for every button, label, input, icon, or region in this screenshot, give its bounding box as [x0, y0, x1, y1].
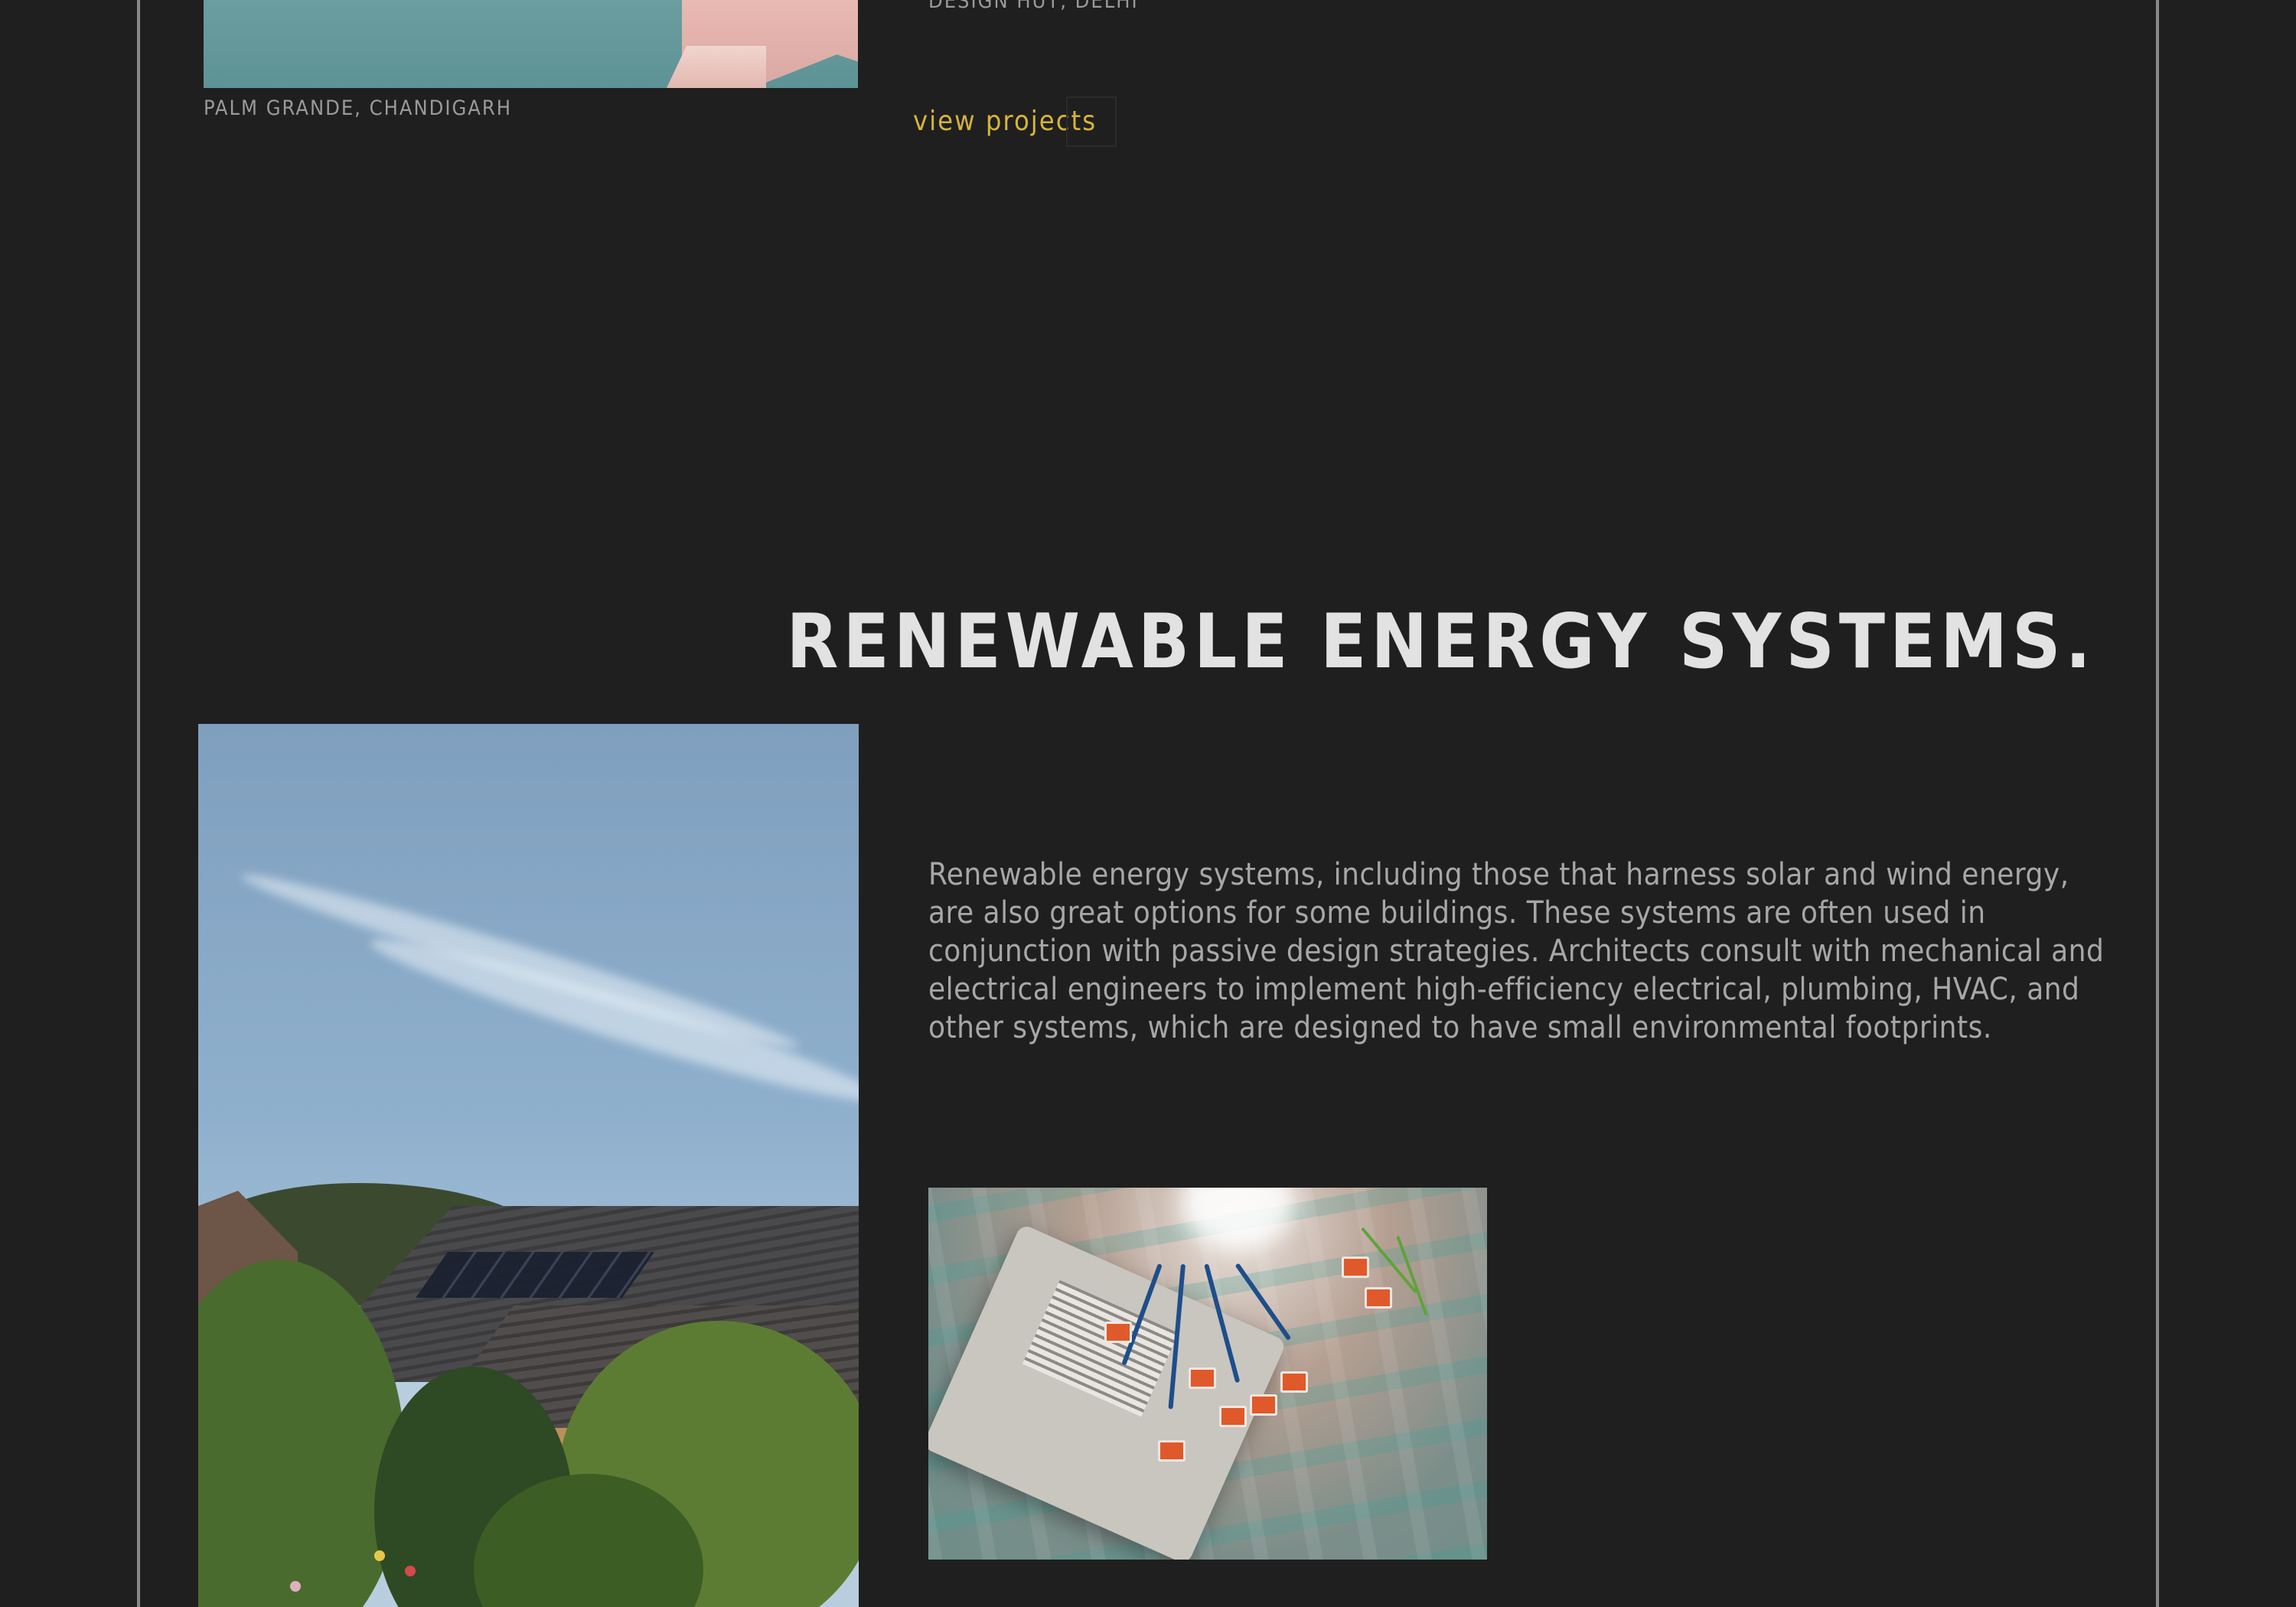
pool-shadow-shape	[667, 46, 766, 88]
view-projects-outline	[1066, 96, 1117, 147]
frame-right-line	[2156, 0, 2159, 1607]
electrical-wiring-image	[928, 1188, 1487, 1560]
adjacent-project-caption: DESIGN HUT, DELHI	[928, 0, 1139, 13]
frame-left-line	[137, 0, 140, 1607]
previous-project-caption: PALM GRANDE, CHANDIGARH	[204, 96, 513, 120]
section-description: Renewable energy systems, including thos…	[928, 857, 2105, 1045]
previous-project-image	[204, 0, 858, 88]
section-title: RENEWABLE ENERGY SYSTEMS.	[786, 598, 2095, 686]
solar-house-image	[198, 724, 859, 1607]
view-projects-button[interactable]: view projects	[913, 96, 1117, 147]
solar-panel-shape	[415, 1252, 655, 1298]
